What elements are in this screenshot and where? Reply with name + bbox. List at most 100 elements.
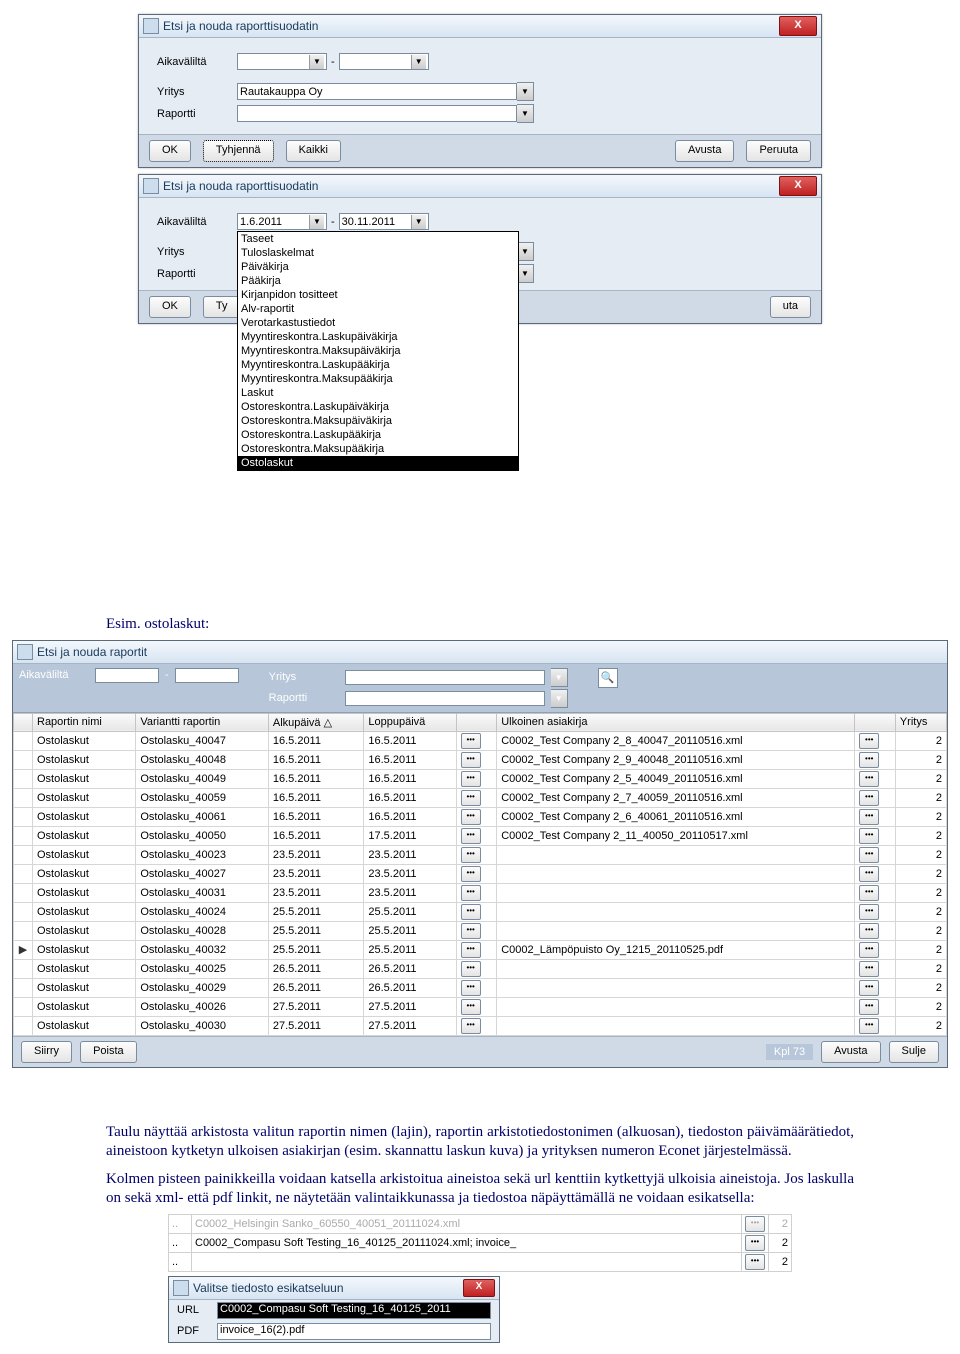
view-button[interactable]: ••• (859, 866, 879, 882)
view-button[interactable]: ••• (461, 828, 481, 844)
dropdown-option[interactable]: Tuloslaskelmat (238, 246, 518, 260)
avusta-button[interactable]: Avusta (675, 140, 734, 162)
dropdown-option[interactable]: Ostolaskut (238, 456, 518, 470)
kaikki-button[interactable]: Kaikki (286, 140, 341, 162)
view-button[interactable]: ••• (859, 961, 879, 977)
view-button[interactable]: ••• (859, 1018, 879, 1034)
peruuta-button[interactable]: Peruuta (746, 140, 811, 162)
view-button[interactable]: ••• (859, 904, 879, 920)
avusta-button[interactable]: Avusta (821, 1041, 880, 1063)
view-button[interactable]: ••• (859, 980, 879, 996)
view-button[interactable]: ••• (745, 1216, 765, 1232)
close-button[interactable]: X (463, 1279, 495, 1297)
date-to-input[interactable]: 30.11.2011 (175, 668, 239, 683)
chevron-down-icon[interactable]: ▼ (309, 215, 324, 229)
table-row[interactable]: OstolaskutOstolasku_4002627.5.201127.5.2… (14, 997, 947, 1016)
column-header[interactable] (14, 713, 33, 731)
view-button[interactable]: ••• (859, 771, 879, 787)
search-icon[interactable]: 🔍 (598, 668, 618, 688)
table-row[interactable]: ..C0002_Compasu Soft Testing_16_40125_20… (169, 1233, 792, 1252)
sulje-button[interactable]: Sulje (889, 1041, 939, 1063)
dropdown-option[interactable]: Laskut (238, 386, 518, 400)
chevron-down-icon[interactable]: ▼ (411, 55, 426, 69)
view-button[interactable]: ••• (461, 733, 481, 749)
close-button[interactable]: X (779, 16, 817, 36)
chevron-down-icon[interactable]: ▼ (517, 242, 534, 261)
view-button[interactable]: ••• (745, 1254, 765, 1270)
view-button[interactable]: ••• (461, 885, 481, 901)
view-button[interactable]: ••• (461, 999, 481, 1015)
dropdown-option[interactable]: Myyntireskontra.Maksupäiväkirja (238, 344, 518, 358)
date-to-input[interactable]: ▼ (339, 53, 429, 70)
table-row[interactable]: OstolaskutOstolasku_4004816.5.201116.5.2… (14, 750, 947, 769)
view-button[interactable]: ••• (745, 1235, 765, 1251)
table-row[interactable]: OstolaskutOstolasku_4002723.5.201123.5.2… (14, 864, 947, 883)
column-header[interactable]: Raportin nimi (33, 713, 136, 731)
dropdown-option[interactable]: Ostoreskontra.Laskupääkirja (238, 428, 518, 442)
view-button[interactable]: ••• (859, 923, 879, 939)
table-row[interactable]: ▶OstolaskutOstolasku_4003225.5.201125.5.… (14, 940, 947, 959)
view-button[interactable]: ••• (461, 752, 481, 768)
view-button[interactable]: ••• (461, 866, 481, 882)
dropdown-option[interactable]: Ostoreskontra.Maksupäiväkirja (238, 414, 518, 428)
dropdown-option[interactable]: Ostoreskontra.Laskupäiväkirja (238, 400, 518, 414)
poista-button[interactable]: Poista (80, 1041, 137, 1063)
view-button[interactable]: ••• (859, 828, 879, 844)
view-button[interactable]: ••• (859, 942, 879, 958)
ok-button[interactable]: OK (149, 140, 191, 162)
yritys-input[interactable]: Rautakauppa Oy (237, 83, 517, 100)
table-row[interactable]: OstolaskutOstolasku_4002323.5.201123.5.2… (14, 845, 947, 864)
column-header[interactable] (855, 713, 896, 731)
dropdown-option[interactable]: Myyntireskontra.Laskupäiväkirja (238, 330, 518, 344)
peruuta-button-trunc[interactable]: uta (770, 296, 811, 318)
table-row[interactable]: ..C0002_Helsingin Sanko_60550_40051_2011… (169, 1214, 792, 1233)
chevron-down-icon[interactable]: ▼ (517, 264, 534, 283)
siirry-button[interactable]: Siirry (21, 1041, 72, 1063)
view-button[interactable]: ••• (859, 809, 879, 825)
dropdown-option[interactable]: Kirjanpidon tositteet (238, 288, 518, 302)
view-button[interactable]: ••• (461, 809, 481, 825)
table-row[interactable]: OstolaskutOstolasku_4005016.5.201117.5.2… (14, 826, 947, 845)
view-button[interactable]: ••• (859, 885, 879, 901)
raportti-input[interactable]: Ostolaskut (345, 691, 545, 706)
titlebar[interactable]: Etsi ja nouda raporttisuodatin X (139, 15, 821, 38)
close-button[interactable]: X (779, 176, 817, 196)
view-button[interactable]: ••• (461, 790, 481, 806)
dropdown-option[interactable]: Pääkirja (238, 274, 518, 288)
url-field[interactable]: C0002_Compasu Soft Testing_16_40125_2011 (217, 1302, 491, 1319)
view-button[interactable]: ••• (461, 980, 481, 996)
chevron-down-icon[interactable]: ▼ (309, 55, 324, 69)
dropdown-option[interactable]: Päiväkirja (238, 260, 518, 274)
dropdown-option[interactable]: Myyntireskontra.Laskupääkirja (238, 358, 518, 372)
dropdown-option[interactable]: Taseet (238, 232, 518, 246)
titlebar[interactable]: Etsi ja nouda raportit (13, 641, 947, 664)
pdf-field[interactable]: invoice_16(2).pdf (217, 1323, 491, 1340)
table-row[interactable]: OstolaskutOstolasku_4003027.5.201127.5.2… (14, 1016, 947, 1035)
view-button[interactable]: ••• (859, 999, 879, 1015)
column-header[interactable]: Alkupäivä △ (268, 713, 364, 731)
chevron-down-icon[interactable]: ▼ (551, 689, 568, 708)
ok-button[interactable]: OK (149, 296, 191, 318)
column-header[interactable]: Yritys (895, 713, 946, 731)
column-header[interactable]: Loppupäivä (364, 713, 456, 731)
chevron-down-icon[interactable]: ▼ (411, 215, 426, 229)
chevron-down-icon[interactable]: ▼ (517, 82, 534, 101)
view-button[interactable]: ••• (461, 942, 481, 958)
view-button[interactable]: ••• (859, 733, 879, 749)
table-row[interactable]: OstolaskutOstolasku_4002926.5.201126.5.2… (14, 978, 947, 997)
view-button[interactable]: ••• (859, 752, 879, 768)
view-button[interactable]: ••• (859, 790, 879, 806)
view-button[interactable]: ••• (461, 771, 481, 787)
dropdown-option[interactable]: Myyntireskontra.Maksupääkirja (238, 372, 518, 386)
view-button[interactable]: ••• (461, 904, 481, 920)
table-row[interactable]: OstolaskutOstolasku_4002825.5.201125.5.2… (14, 921, 947, 940)
view-button[interactable]: ••• (461, 961, 481, 977)
view-button[interactable]: ••• (461, 923, 481, 939)
view-button[interactable]: ••• (461, 847, 481, 863)
table-row[interactable]: OstolaskutOstolasku_4005916.5.201116.5.2… (14, 788, 947, 807)
table-row[interactable]: OstolaskutOstolasku_4002526.5.201126.5.2… (14, 959, 947, 978)
column-header[interactable] (456, 713, 497, 731)
column-header[interactable]: Ulkoinen asiakirja (497, 713, 855, 731)
view-button[interactable]: ••• (859, 847, 879, 863)
table-row[interactable]: OstolaskutOstolasku_4004916.5.201116.5.2… (14, 769, 947, 788)
